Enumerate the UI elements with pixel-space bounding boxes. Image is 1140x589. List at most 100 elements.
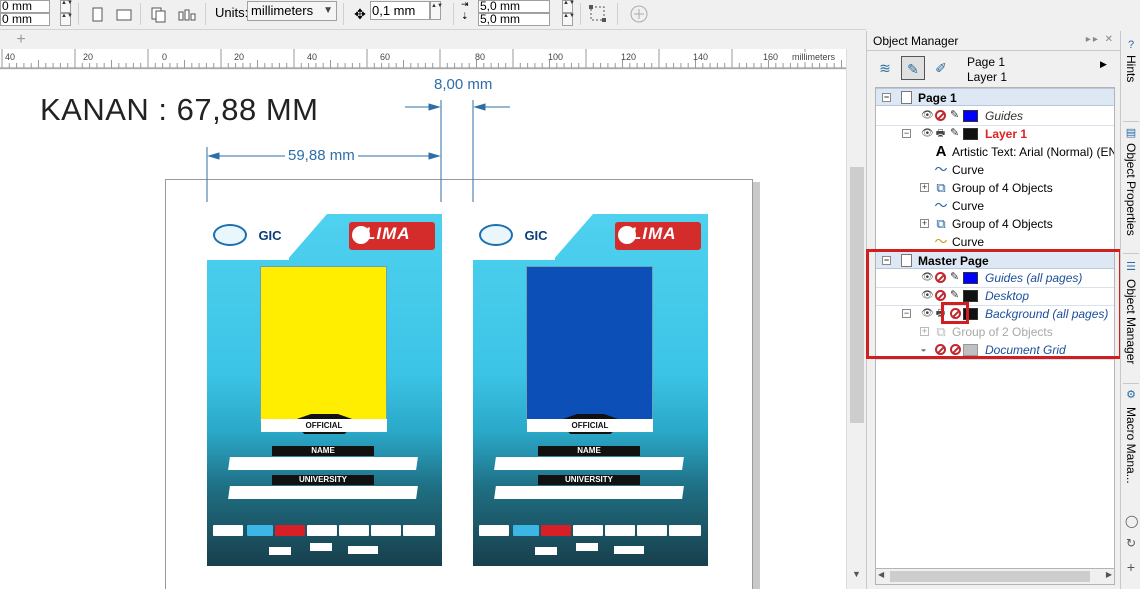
expand-icon[interactable]: + (920, 183, 929, 192)
sponsor-logo (403, 525, 435, 536)
object-manager-icon[interactable]: ☰ (1125, 261, 1137, 273)
sponsor-logo (213, 224, 247, 246)
macro-manager-icon[interactable]: ⚙ (1125, 389, 1137, 401)
object-width-field[interactable]: 0 mm (0, 0, 50, 13)
toolbar-separator (453, 3, 454, 25)
eye-icon[interactable]: 👁 (921, 110, 934, 121)
tree-node-layer1[interactable]: − 👁 🖶 ✎ Layer 1 (876, 125, 1114, 143)
tree-node-curve[interactable]: 〜 Curve (876, 161, 1114, 179)
duplicate-x-spinner[interactable]: ▲▼ (562, 0, 575, 13)
tree-node-label: Curve (952, 199, 985, 213)
current-page-icon[interactable] (176, 4, 196, 24)
official-label: OFFICIAL (527, 419, 653, 432)
show-properties-icon[interactable]: ≋ (873, 56, 897, 80)
snap-to-icon[interactable] (587, 3, 607, 23)
curve-icon: 〜 (934, 234, 948, 249)
nudge-spinner[interactable]: ▲▼ (430, 1, 443, 20)
landscape-icon[interactable] (113, 4, 133, 24)
duplicate-y-field[interactable]: 5,0 mm (478, 13, 550, 26)
tree-node-group[interactable]: + ⧉ Group of 4 Objects (876, 215, 1114, 233)
tree-scroll-thumb[interactable] (890, 571, 1090, 582)
new-document-tab-icon[interactable]: + (12, 31, 30, 49)
dock-separator (1123, 383, 1139, 384)
scroll-up-icon[interactable]: ◯ (1125, 515, 1138, 527)
edit-pen-icon[interactable]: ✎ (950, 127, 960, 140)
drawing-canvas[interactable]: KANAN : 67,88 MM 8,00 mm 59,88 mm GIC LI… (0, 70, 846, 589)
dock-tab-hints[interactable]: Hints (1124, 55, 1138, 82)
property-bar: 0 mm ▲▼ 0 mm ▲▼ Units: millimeters ▼ ✥ 0… (0, 0, 866, 30)
layer-manager-view-icon[interactable]: ✐ (929, 56, 953, 80)
tree-node-artistic-text[interactable]: A Artistic Text: Arial (Normal) (EN (876, 143, 1114, 161)
ruler-label-10: 160 (763, 52, 779, 62)
tree-node-label: Group of 4 Objects (952, 217, 1053, 231)
tree-node-page1[interactable]: − Page 1 (876, 88, 1114, 106)
tree-node-curve[interactable]: 〜 Curve (876, 197, 1114, 215)
tree-node-label: Group of 4 Objects (952, 181, 1053, 195)
artistic-text-icon: A (935, 143, 947, 160)
units-dropdown[interactable]: millimeters ▼ (247, 1, 337, 21)
sponsor-logo (637, 525, 667, 536)
curve-icon: 〜 (934, 162, 948, 177)
flyout-arrow-icon[interactable]: ▶ (1100, 59, 1107, 70)
no-print-icon[interactable] (935, 110, 946, 121)
id-card-left[interactable]: GIC LIMA OFFICIAL NAME UNIVERSITY (207, 214, 442, 566)
edit-pen-icon[interactable]: ✎ (950, 109, 960, 122)
toolbar-separator (343, 3, 344, 25)
horizontal-ruler[interactable]: 40 20 0 20 40 60 80 100 120 140 160 mill… (0, 49, 846, 69)
ruler-label-3: 20 (234, 52, 245, 62)
docker-tabs: ? Hints ▤ Object Properties ☰ Object Man… (1120, 31, 1140, 589)
collapse-icon[interactable]: − (902, 129, 911, 138)
width-spinner[interactable]: ▲▼ (60, 0, 73, 13)
dimension-gap-label[interactable]: 8,00 mm (431, 76, 496, 93)
object-properties-icon[interactable]: ▤ (1125, 127, 1137, 139)
panel-collapse-icon[interactable]: ▸▸ ✕ (1086, 34, 1115, 45)
sponsor-logo (513, 525, 539, 536)
document-tab-strip (0, 31, 866, 49)
tree-node-group[interactable]: + ⧉ Group of 4 Objects (876, 179, 1114, 197)
add-icon[interactable] (628, 3, 648, 23)
id-card-right[interactable]: GIC LIMA OFFICIAL NAME UNIVERSITY (473, 214, 708, 566)
refresh-icon[interactable]: ↻ (1125, 537, 1137, 549)
eye-icon[interactable]: 👁 (921, 128, 934, 139)
hints-icon[interactable]: ? (1125, 39, 1137, 51)
scroll-left-icon[interactable]: ◀ (878, 570, 884, 579)
add-dock-icon[interactable]: + (1125, 560, 1137, 574)
sponsor-logo (535, 547, 557, 555)
chevron-down-icon: ▼ (323, 5, 333, 16)
printer-icon[interactable]: 🖶 (935, 128, 946, 139)
curve-icon: 〜 (934, 198, 948, 213)
collapse-icon[interactable]: − (882, 93, 891, 102)
dimension-width-label[interactable]: 59,88 mm (285, 147, 358, 164)
edit-across-layers-icon[interactable]: ✎ (901, 56, 925, 80)
tree-horizontal-scrollbar[interactable]: ◀ ▶ (875, 568, 1115, 585)
duplicate-y-spinner[interactable]: ▲▼ (562, 13, 575, 26)
toolbar-separator (580, 3, 581, 25)
vertical-scroll-thumb[interactable] (850, 167, 864, 423)
tree-separator (876, 359, 1114, 360)
portrait-icon[interactable] (86, 4, 106, 24)
duplicate-x-field[interactable]: 5,0 mm (478, 0, 550, 13)
dock-tab-macro-manager[interactable]: Macro Mana... (1124, 407, 1138, 484)
photo-placeholder (260, 266, 387, 423)
current-page-info: Page 1 Layer 1 (967, 55, 1007, 85)
ruler-label-7: 100 (548, 52, 564, 62)
gic-logo: GIC (524, 228, 548, 243)
toolbar-separator (617, 3, 618, 25)
scroll-down-icon[interactable]: ▼ (852, 569, 861, 579)
vertical-scrollbar[interactable]: ▼ (846, 49, 866, 589)
units-label: Units: (215, 5, 249, 20)
all-pages-icon[interactable] (148, 4, 168, 24)
expand-icon[interactable]: + (920, 219, 929, 228)
layer-color-swatch[interactable] (963, 128, 978, 140)
nudge-distance-field[interactable]: 0,1 mm (370, 1, 430, 20)
scroll-right-icon[interactable]: ▶ (1106, 570, 1112, 579)
object-height-field[interactable]: 0 mm (0, 13, 50, 26)
layer-color-swatch[interactable] (963, 110, 978, 122)
ruler-label-0: 40 (5, 52, 16, 62)
dock-tab-object-manager[interactable]: Object Manager (1124, 279, 1138, 364)
tree-node-guides[interactable]: 👁 ✎ Guides (876, 107, 1114, 125)
nudge-icon: ✥ (354, 6, 366, 22)
dock-tab-object-properties[interactable]: Object Properties (1124, 143, 1138, 236)
ruler-label-9: 140 (693, 52, 709, 62)
height-spinner[interactable]: ▲▼ (60, 13, 73, 26)
